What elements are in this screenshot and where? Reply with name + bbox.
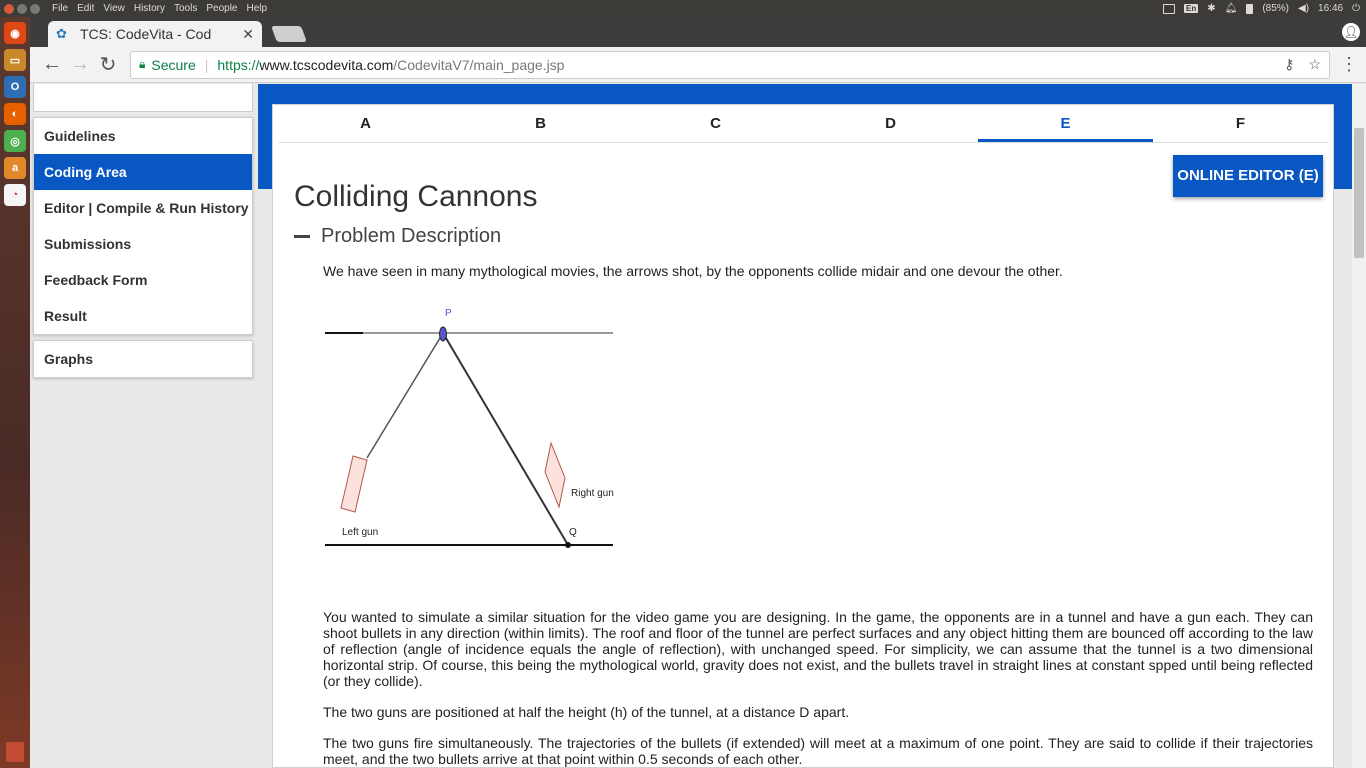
tab-problem-f[interactable]: F bbox=[1153, 105, 1328, 142]
window-minimize-button[interactable] bbox=[17, 3, 27, 14]
lock-icon: 🔒︎ bbox=[139, 57, 146, 71]
notification-bell-icon[interactable]: 🔔︎ bbox=[1225, 3, 1238, 14]
sidebar-item-submissions[interactable]: Submissions bbox=[34, 226, 252, 262]
collapse-minus-icon bbox=[294, 235, 310, 238]
trash-icon[interactable] bbox=[6, 742, 24, 762]
label-p: P bbox=[445, 308, 452, 319]
opera-icon[interactable]: O bbox=[4, 76, 26, 98]
page-viewport: Guidelines Coding Area Editor | Compile … bbox=[30, 84, 1352, 768]
tunnel-diagram: P Q Left gun Right gun bbox=[323, 300, 615, 555]
bluetooth-icon[interactable]: ✱ bbox=[1207, 3, 1215, 14]
url-scheme: https:// bbox=[217, 56, 260, 73]
menu-view[interactable]: View bbox=[103, 3, 125, 14]
right-trajectory-line bbox=[442, 332, 569, 546]
left-trajectory-line bbox=[366, 332, 444, 459]
tab-problem-b[interactable]: B bbox=[453, 105, 628, 142]
forward-arrow-icon[interactable]: → bbox=[66, 51, 94, 79]
label-right-gun: Right gun bbox=[571, 488, 614, 499]
system-tray: En ✱ 🔔︎ (85%) ◀︎) 16:46 ⏻ bbox=[1163, 3, 1366, 14]
tab-close-icon[interactable]: ✕ bbox=[242, 26, 254, 43]
reload-icon[interactable]: ↻ bbox=[94, 51, 122, 79]
volume-icon[interactable]: ◀︎) bbox=[1298, 3, 1309, 14]
profile-icon[interactable]: 👤︎ bbox=[1342, 23, 1360, 41]
sidebar-item-feedback-form[interactable]: Feedback Form bbox=[34, 262, 252, 298]
menu-history[interactable]: History bbox=[134, 3, 165, 14]
address-separator: | bbox=[204, 56, 209, 73]
battery-icon[interactable] bbox=[1246, 3, 1254, 14]
window-controls bbox=[0, 3, 52, 14]
address-bar[interactable]: 🔒︎ Secure | https:// www.tcscodevita.com… bbox=[130, 50, 1330, 79]
sidebar-menu: Guidelines Coding Area Editor | Compile … bbox=[33, 117, 253, 335]
label-left-gun: Left gun bbox=[342, 527, 378, 538]
tab-problem-d[interactable]: D bbox=[803, 105, 978, 142]
tab-problem-c[interactable]: C bbox=[628, 105, 803, 142]
files-icon[interactable]: ▭ bbox=[4, 49, 26, 71]
sidebar-item-graphs[interactable]: Graphs bbox=[34, 341, 252, 377]
bookmark-star-icon[interactable]: ☆ bbox=[1308, 56, 1321, 73]
problem-tabs: A B C D E F bbox=[278, 105, 1328, 143]
software-center-icon[interactable]: a bbox=[4, 157, 26, 179]
system-monitor-icon[interactable]: ◔ bbox=[4, 184, 26, 206]
menu-tools[interactable]: Tools bbox=[174, 3, 197, 14]
system-top-bar: File Edit View History Tools People Help… bbox=[0, 0, 1366, 17]
point-q-marker bbox=[565, 542, 571, 548]
menu-people[interactable]: People bbox=[206, 3, 237, 14]
url-path: /CodevitaV7/main_page.jsp bbox=[393, 56, 565, 73]
browser-menu-icon[interactable]: ⋮ bbox=[1340, 54, 1358, 75]
problem-description-toggle[interactable]: Problem Description bbox=[294, 225, 501, 248]
url-host: www.tcscodevita.com bbox=[259, 56, 394, 73]
ubuntu-launcher: ◉ ▭ O ◐ ◎ a ◔ bbox=[0, 17, 30, 768]
chrome-icon[interactable]: ◎ bbox=[4, 130, 26, 152]
sidebar-item-result[interactable]: Result bbox=[34, 298, 252, 334]
page-scrollbar[interactable] bbox=[1352, 84, 1366, 768]
menu-file[interactable]: File bbox=[52, 3, 68, 14]
secure-label: Secure bbox=[151, 56, 196, 73]
left-gun-shape bbox=[340, 455, 368, 513]
sidebar-item-coding-area[interactable]: Coding Area bbox=[34, 154, 252, 190]
browser-tab[interactable]: ✿ TCS: CodeVita - Cod ✕ bbox=[48, 21, 262, 47]
section-heading: Problem Description bbox=[321, 225, 502, 247]
problem-card: A B C D E F ONLINE EDITOR (E) Colliding … bbox=[272, 104, 1334, 768]
display-icon[interactable] bbox=[1163, 3, 1175, 14]
right-gun-shape bbox=[544, 441, 566, 509]
point-p-marker bbox=[439, 326, 447, 342]
simulation-paragraph: You wanted to simulate a similar situati… bbox=[323, 609, 1313, 689]
browser-tab-strip: ✿ TCS: CodeVita - Cod ✕ 👤︎ bbox=[30, 17, 1366, 47]
tunnel-diagram-svg: P Q Left gun Right gun bbox=[325, 308, 614, 548]
back-arrow-icon[interactable]: ← bbox=[38, 51, 66, 79]
keyboard-language[interactable]: En bbox=[1184, 4, 1199, 13]
tab-problem-e[interactable]: E bbox=[978, 105, 1153, 142]
sidebar-graphs-panel: Graphs bbox=[33, 340, 253, 378]
gun-position-paragraph: The two guns are positioned at half the … bbox=[323, 704, 850, 720]
ubuntu-logo-icon[interactable]: ◉ bbox=[4, 22, 26, 44]
power-icon[interactable]: ⏻ bbox=[1352, 3, 1360, 14]
clock[interactable]: 16:46 bbox=[1318, 3, 1343, 14]
tab-problem-a[interactable]: A bbox=[278, 105, 453, 142]
scrollbar-thumb[interactable] bbox=[1354, 128, 1364, 258]
browser-toolbar: ← → ↻ 🔒︎ Secure | https:// www.tcscodevi… bbox=[30, 47, 1366, 83]
intro-paragraph: We have seen in many mythological movies… bbox=[323, 263, 1063, 279]
sidebar-item-editor-history[interactable]: Editor | Compile & Run History bbox=[34, 190, 252, 226]
firefox-icon[interactable]: ◐ bbox=[4, 103, 26, 125]
battery-percent: (85%) bbox=[1262, 3, 1290, 14]
menu-help[interactable]: Help bbox=[246, 3, 267, 14]
collision-paragraph: The two guns fire simultaneously. The tr… bbox=[323, 735, 1313, 767]
sidebar-item-guidelines[interactable]: Guidelines bbox=[34, 118, 252, 154]
label-q: Q bbox=[569, 527, 577, 538]
online-editor-button[interactable]: ONLINE EDITOR (E) bbox=[1173, 155, 1323, 197]
problem-title: Colliding Cannons bbox=[294, 180, 538, 213]
tab-title: TCS: CodeVita - Cod bbox=[80, 26, 212, 42]
menu-edit[interactable]: Edit bbox=[77, 3, 94, 14]
codevita-favicon-icon: ✿ bbox=[56, 26, 67, 41]
window-maximize-button[interactable] bbox=[30, 3, 40, 14]
app-menu: File Edit View History Tools People Help bbox=[52, 3, 267, 14]
new-tab-button[interactable] bbox=[271, 26, 307, 42]
window-close-button[interactable] bbox=[4, 3, 14, 14]
sidebar-top-panel bbox=[33, 84, 253, 112]
key-icon[interactable]: ⚷ bbox=[1284, 56, 1294, 73]
